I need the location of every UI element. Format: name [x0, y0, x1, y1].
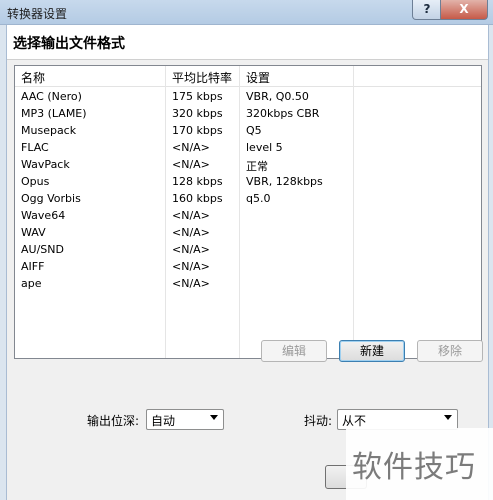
chevron-down-icon	[444, 415, 452, 420]
window-title: 转换器设置	[7, 7, 68, 21]
format-name: MP3 (LAME)	[21, 107, 87, 120]
new-button[interactable]: 新建	[339, 340, 405, 362]
remove-button[interactable]: 移除	[417, 340, 483, 362]
page-title: 选择输出文件格式	[13, 36, 125, 52]
list-item[interactable]: ape <N/A>	[15, 275, 481, 292]
format-bitrate: <N/A>	[172, 243, 210, 256]
format-name: Opus	[21, 175, 50, 188]
list-item[interactable]: AIFF <N/A>	[15, 258, 481, 275]
title-bar: 转换器设置 ? X	[0, 0, 493, 25]
watermark-text: 软件技巧	[352, 450, 476, 485]
chevron-down-icon	[210, 415, 218, 420]
list-item[interactable]: AAC (Nero) 175 kbps VBR, Q0.50	[15, 88, 481, 105]
list-header: 名称 平均比特率 设置	[15, 66, 481, 87]
format-settings: VBR, Q0.50	[246, 90, 309, 103]
edit-button[interactable]: 编辑	[261, 340, 327, 362]
format-bitrate: 170 kbps	[172, 124, 223, 137]
format-name: Wave64	[21, 209, 66, 222]
format-name: Ogg Vorbis	[21, 192, 81, 205]
format-bitrate: <N/A>	[172, 226, 210, 239]
header-band: 选择输出文件格式	[7, 25, 488, 60]
format-settings: q5.0	[246, 192, 271, 205]
help-button[interactable]: ?	[412, 0, 442, 20]
close-button[interactable]: X	[440, 0, 488, 20]
output-depth-value: 自动	[151, 414, 176, 428]
output-depth-select[interactable]: 自动	[146, 409, 224, 430]
format-name: WAV	[21, 226, 46, 239]
dither-value: 从不	[342, 414, 367, 428]
output-depth-label: 输出位深:	[87, 414, 140, 428]
format-name: AAC (Nero)	[21, 90, 82, 103]
format-bitrate: <N/A>	[172, 141, 210, 154]
list-item[interactable]: WavPack <N/A> 正常	[15, 156, 481, 173]
dither-label: 抖动:	[304, 414, 333, 428]
format-settings: Q5	[246, 124, 262, 137]
format-list[interactable]: 名称 平均比特率 设置 AAC (Nero) 175 kbps VBR, Q0.50…	[14, 65, 482, 359]
format-settings: VBR, 128kbps	[246, 175, 323, 188]
format-name: Musepack	[21, 124, 77, 137]
list-item[interactable]: AU/SND <N/A>	[15, 241, 481, 258]
format-bitrate: 175 kbps	[172, 90, 223, 103]
format-bitrate: <N/A>	[172, 260, 210, 273]
format-bitrate: <N/A>	[172, 209, 210, 222]
format-settings: level 5	[246, 141, 283, 154]
column-header-settings[interactable]: 设置	[246, 69, 270, 86]
format-name: FLAC	[21, 141, 49, 154]
list-item[interactable]: Wave64 <N/A>	[15, 207, 481, 224]
format-bitrate: <N/A>	[172, 158, 210, 171]
format-name: AIFF	[21, 260, 45, 273]
format-name: AU/SND	[21, 243, 64, 256]
format-bitrate: 320 kbps	[172, 107, 223, 120]
watermark: 软件技巧	[346, 428, 493, 500]
format-bitrate: <N/A>	[172, 277, 210, 290]
format-name: WavPack	[21, 158, 70, 171]
format-settings: 正常	[246, 160, 268, 173]
list-item[interactable]: FLAC <N/A> level 5	[15, 139, 481, 156]
list-item[interactable]: Musepack 170 kbps Q5	[15, 122, 481, 139]
list-item[interactable]: WAV <N/A>	[15, 224, 481, 241]
format-bitrate: 128 kbps	[172, 175, 223, 188]
column-header-bitrate[interactable]: 平均比特率	[172, 69, 232, 86]
list-item[interactable]: Opus 128 kbps VBR, 128kbps	[15, 173, 481, 190]
format-bitrate: 160 kbps	[172, 192, 223, 205]
list-item[interactable]: MP3 (LAME) 320 kbps 320kbps CBR	[15, 105, 481, 122]
column-header-name[interactable]: 名称	[21, 69, 45, 86]
dither-select[interactable]: 从不	[337, 409, 458, 430]
format-name: ape	[21, 277, 42, 290]
list-item[interactable]: Ogg Vorbis 160 kbps q5.0	[15, 190, 481, 207]
format-settings: 320kbps CBR	[246, 107, 320, 120]
